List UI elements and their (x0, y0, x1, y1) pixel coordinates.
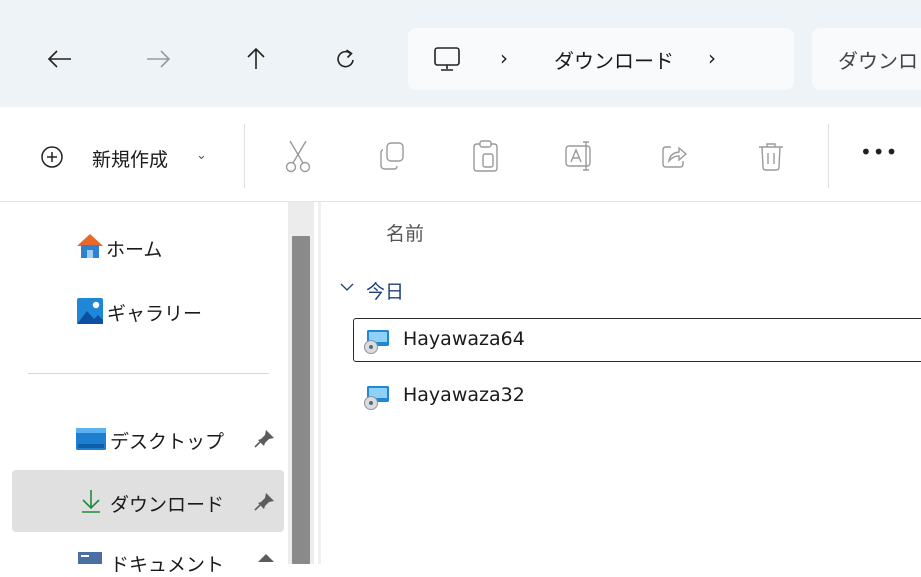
installer-icon (361, 384, 391, 410)
plus-circle-icon (41, 146, 63, 168)
chevron-down-icon[interactable]: ⌄ (196, 148, 207, 163)
pin-icon[interactable] (254, 491, 276, 511)
monitor-icon[interactable] (433, 45, 461, 73)
new-item-button[interactable] (40, 145, 64, 169)
sidebar-item-documents[interactable] (78, 552, 102, 564)
group-header-today[interactable]: 今日 (366, 277, 404, 304)
pane-splitter[interactable] (318, 202, 321, 564)
delete-button[interactable] (748, 133, 794, 179)
gallery-icon (77, 298, 103, 324)
back-button[interactable] (40, 39, 80, 79)
forward-button[interactable] (138, 39, 178, 79)
download-icon (82, 490, 100, 513)
paste-icon (473, 140, 498, 172)
documents-icon (78, 552, 102, 564)
rename-button[interactable] (557, 133, 603, 179)
refresh-icon (337, 49, 354, 68)
cut-icon (285, 140, 311, 173)
sidebar-item-downloads[interactable] (80, 488, 102, 514)
pin-icon[interactable] (254, 552, 276, 564)
column-header-name[interactable]: 名前 (386, 219, 424, 246)
copy-icon (380, 142, 404, 170)
sidebar-item-home[interactable] (76, 233, 104, 259)
sidebar-item-gallery[interactable] (76, 297, 104, 325)
installer-icon (361, 328, 391, 354)
breadcrumb-separator: › (500, 46, 508, 70)
home-icon (77, 234, 103, 258)
toolbar-divider (244, 124, 245, 188)
sidebar-scrollbar-thumb[interactable] (292, 236, 310, 564)
file-name[interactable]: Hayawaza32 (403, 384, 525, 406)
delete-icon (759, 143, 783, 171)
sidebar-item-desktop[interactable] (76, 426, 106, 450)
toolbar-divider (828, 124, 829, 188)
up-button[interactable] (236, 39, 276, 79)
more-options-button[interactable]: ••• (860, 140, 898, 164)
paste-button[interactable] (463, 133, 509, 179)
sidebar-item-label[interactable]: デスクトップ (110, 427, 224, 454)
desktop-folder-icon (76, 428, 106, 450)
search-input[interactable]: ダウンロ (838, 45, 918, 74)
share-button[interactable] (651, 133, 697, 179)
share-icon (662, 146, 688, 168)
sidebar-item-label[interactable]: ホーム (106, 235, 162, 262)
file-name[interactable]: Hayawaza64 (403, 328, 525, 350)
breadcrumb-chevron[interactable]: › (708, 46, 716, 70)
chevron-down-icon[interactable] (340, 282, 354, 292)
breadcrumb-downloads[interactable]: ダウンロード (554, 45, 674, 74)
sidebar-divider (28, 373, 269, 374)
sidebar-item-label[interactable]: ダウンロード (110, 490, 224, 517)
pin-icon[interactable] (254, 428, 276, 448)
arrow-up-icon (247, 47, 265, 69)
arrow-left-icon (47, 50, 71, 68)
arrow-right-icon (147, 50, 171, 68)
sidebar-item-label[interactable]: ギャラリー (107, 299, 202, 326)
cut-button[interactable] (275, 133, 321, 179)
new-item-label[interactable]: 新規作成 (92, 145, 168, 172)
refresh-button[interactable] (326, 39, 366, 79)
rename-icon (565, 141, 591, 171)
copy-button[interactable] (369, 133, 415, 179)
